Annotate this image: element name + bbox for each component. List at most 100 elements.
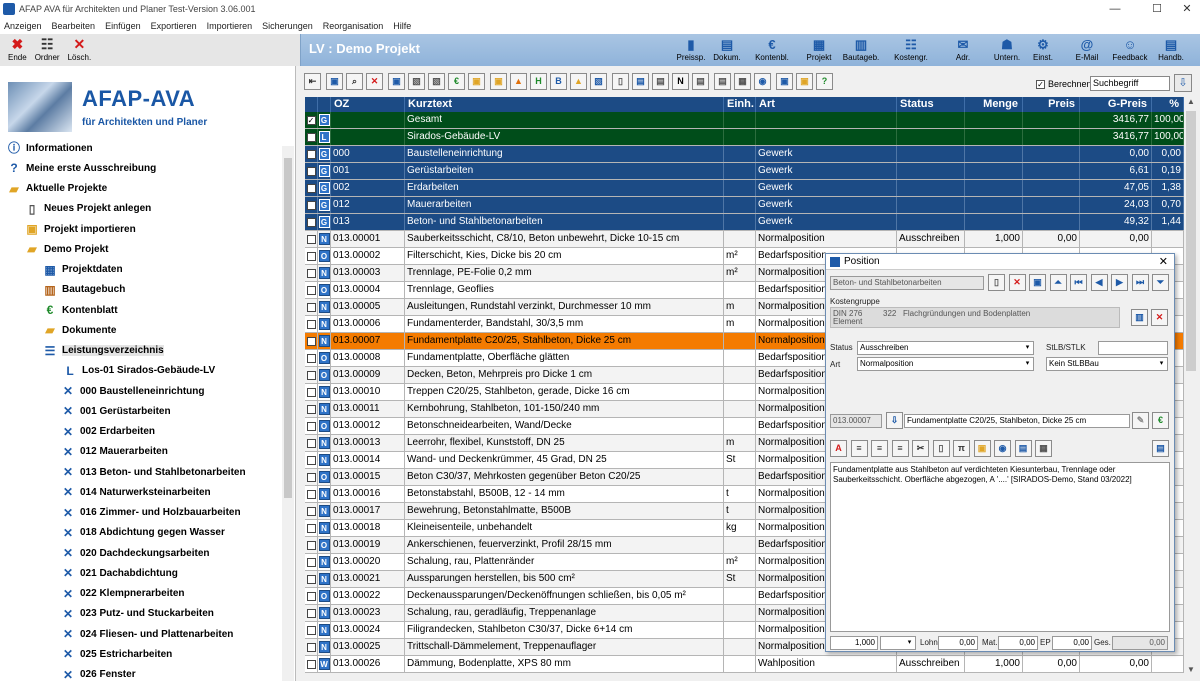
lv-tool-2-button[interactable]: ⌕ xyxy=(346,72,363,90)
toolbar-dokum-button[interactable]: ▤ Dokum. xyxy=(709,36,745,62)
format-8-button[interactable]: ◉ xyxy=(994,440,1011,457)
tree-item-projektdaten[interactable]: ▦ Projektdaten xyxy=(42,260,122,280)
search-go-button[interactable]: ⇩ xyxy=(1174,74,1192,92)
arrow-down-button[interactable]: ⇩ xyxy=(886,412,903,429)
row-checkbox[interactable] xyxy=(306,489,316,499)
lv-tool-1-button[interactable]: ▣ xyxy=(326,72,343,90)
tree-item-dokumente[interactable]: ▰ Dokumente xyxy=(42,320,116,340)
dialog-nav-4-button[interactable]: ⏮ xyxy=(1070,274,1087,291)
format-3-button[interactable]: ≡ xyxy=(891,440,909,457)
table-row[interactable]: N 013.00001 Sauberkeitsschicht, C8/10, Bet… xyxy=(305,231,1184,248)
format-4-button[interactable]: ✂ xyxy=(912,440,929,457)
group-row[interactable]: G 013 Beton- und Stahlbetonarbeiten Gewerk 4… xyxy=(305,214,1184,231)
tree-item-012-mauerarbeiten[interactable]: ✕ 012 Mauerarbeiten xyxy=(60,442,168,462)
lv-tool-25-button[interactable]: ? xyxy=(816,72,833,90)
tree-item-021-dachabdichtung[interactable]: ✕ 021 Dachabdichtung xyxy=(60,563,178,583)
tree-item-demo-projekt[interactable]: ▰ Demo Projekt xyxy=(24,239,108,259)
row-checkbox[interactable] xyxy=(306,574,316,584)
lv-tool-5-button[interactable]: ▧ xyxy=(408,72,425,90)
format-1-button[interactable]: ≡ xyxy=(850,440,868,457)
lv-tool-11-button[interactable]: H xyxy=(530,72,547,90)
row-checkbox[interactable]: ✓ xyxy=(306,115,316,125)
dialog-nav-7-button[interactable]: ⏭ xyxy=(1131,274,1149,291)
tree-item-022-klempnerarbeiten[interactable]: ✕ 022 Klempnerarbeiten xyxy=(60,584,185,604)
dialog-nav-2-button[interactable]: ▣ xyxy=(1029,274,1046,291)
lv-tool-3-button[interactable]: ✕ xyxy=(366,72,383,90)
toolbar-bautageb-button[interactable]: ▥ Bautageb. xyxy=(843,36,879,62)
tree-item-000-baustelleneinrichtung[interactable]: ✕ 000 Baustelleneinrichtung xyxy=(60,381,205,401)
menu-sicherungen[interactable]: Sicherungen xyxy=(262,21,313,31)
stlbbau-select[interactable]: Kein StLBBau ▾ xyxy=(1046,357,1168,371)
tree-item-leistungsverzeichnis[interactable]: ☰ Leistungsverzeichnis xyxy=(42,341,164,361)
lv-tool-18-button[interactable]: N xyxy=(672,72,689,90)
tree-item-kontenblatt[interactable]: € Kontenblatt xyxy=(42,300,118,320)
print-button[interactable]: ▤ xyxy=(1152,440,1169,457)
toolbar-handb-button[interactable]: ▤ Handb. xyxy=(1153,36,1189,62)
lv-tool-24-button[interactable]: ▣ xyxy=(796,72,813,90)
berechnen-checkbox[interactable]: ✓ xyxy=(1036,79,1045,89)
lv-tool-13-button[interactable]: ▲ xyxy=(570,72,587,90)
row-checkbox[interactable] xyxy=(306,659,316,669)
tree-item-projekt-importieren[interactable]: ▣ Projekt importieren xyxy=(24,219,135,239)
toolbar-untern-button[interactable]: ☗ Untern. xyxy=(989,36,1025,62)
menu-hilfe[interactable]: Hilfe xyxy=(393,21,411,31)
tree-item-001-ger-starbeiten[interactable]: ✕ 001 Gerüstarbeiten xyxy=(60,401,171,421)
lv-tool-22-button[interactable]: ◉ xyxy=(754,72,771,90)
ordner-button[interactable]: ☷ Ordner xyxy=(35,34,60,62)
row-checkbox[interactable] xyxy=(306,132,316,142)
tree-item-026-fenster[interactable]: ✕ 026 Fenster xyxy=(60,665,136,681)
row-checkbox[interactable] xyxy=(306,421,316,431)
row-checkbox[interactable] xyxy=(306,438,316,448)
nav-scrollbar-thumb[interactable] xyxy=(284,158,292,498)
lv-tool-12-button[interactable]: B xyxy=(550,72,567,90)
row-checkbox[interactable] xyxy=(306,183,316,193)
grid-scrollbar[interactable]: ▲ ▼ xyxy=(1184,97,1198,677)
ep-field[interactable]: 0,00 xyxy=(1052,636,1092,650)
header-einheit[interactable]: Einh. xyxy=(724,97,756,112)
total-row[interactable]: ✓ G Gesamt 3416,77 100,00 xyxy=(305,112,1184,129)
row-checkbox[interactable] xyxy=(306,540,316,550)
tree-item-bautagebuch[interactable]: ▥ Bautagebuch xyxy=(42,280,125,300)
scroll-down-arrow[interactable]: ▼ xyxy=(1184,665,1198,677)
ende-button[interactable]: ✖ Ende xyxy=(8,34,27,62)
tree-item-016-zimmer-und-holzbauarbeiten[interactable]: ✕ 016 Zimmer- und Holzbauarbeiten xyxy=(60,503,241,523)
format-10-button[interactable]: ▦ xyxy=(1035,440,1052,457)
header-menge[interactable]: Menge xyxy=(965,97,1023,112)
maximize-button[interactable]: ☐ xyxy=(1140,0,1174,18)
menge-field[interactable]: 1,000 xyxy=(830,636,878,650)
row-checkbox[interactable] xyxy=(306,472,316,482)
art-select[interactable]: Normalposition ▾ xyxy=(857,357,1034,371)
menu-bearbeiten[interactable]: Bearbeiten xyxy=(52,21,96,31)
format-0-button[interactable]: A xyxy=(830,440,847,457)
tree-item-aktuelle-projekte[interactable]: ▰ Aktuelle Projekte xyxy=(6,179,107,199)
status-select[interactable]: Ausschreiben ▾ xyxy=(857,341,1034,355)
total-row[interactable]: L Sirados-Gebäude-LV 3416,77 100,00 xyxy=(305,129,1184,146)
toolbar-einst-button[interactable]: ⚙ Einst. xyxy=(1025,36,1061,62)
dialog-nav-5-button[interactable]: ◀ xyxy=(1090,274,1108,291)
lv-tool-6-button[interactable]: ▧ xyxy=(428,72,445,90)
group-row[interactable]: G 012 Mauerarbeiten Gewerk 24,03 0,70 xyxy=(305,197,1184,214)
format-2-button[interactable]: ≡ xyxy=(871,440,888,457)
dialog-nav-3-button[interactable]: ⏶ xyxy=(1049,274,1067,291)
row-checkbox[interactable] xyxy=(306,336,316,346)
tree-item-023-putz-und-stuckarbeiten[interactable]: ✕ 023 Putz- und Stuckarbeiten xyxy=(60,604,214,624)
euro-button[interactable]: € xyxy=(1152,412,1169,429)
toolbar-adr-button[interactable]: ✉ Adr. xyxy=(945,36,981,62)
row-checkbox[interactable] xyxy=(306,387,316,397)
header-percent[interactable]: % xyxy=(1152,97,1184,112)
format-5-button[interactable]: ▯ xyxy=(932,440,950,457)
tree-item-013-beton-und-stahlbetonarbeiten[interactable]: ✕ 013 Beton- und Stahlbetonarbeiten xyxy=(60,462,246,482)
lohn-field[interactable]: 0,00 xyxy=(938,636,978,650)
nav-scrollbar[interactable] xyxy=(282,146,294,681)
tree-item-002-erdarbeiten[interactable]: ✕ 002 Erdarbeiten xyxy=(60,422,155,442)
kg-book-button[interactable]: ▥ xyxy=(1131,309,1148,326)
grid-scrollbar-thumb[interactable] xyxy=(1186,111,1196,371)
toolbar-feedback-button[interactable]: ☺ Feedback xyxy=(1112,36,1148,62)
tree-item-los-01-sirados-geb-ude-lv[interactable]: L Los-01 Sirados-Gebäude-LV xyxy=(62,361,215,381)
group-row[interactable]: G 001 Gerüstarbeiten Gewerk 6,61 0,19 xyxy=(305,163,1184,180)
tree-item-018-abdichtung-gegen-wasser[interactable]: ✕ 018 Abdichtung gegen Wasser xyxy=(60,523,225,543)
group-row[interactable]: G 002 Erdarbeiten Gewerk 47,05 1,38 xyxy=(305,180,1184,197)
kg-delete-button[interactable]: ✕ xyxy=(1151,309,1168,326)
lsch-button[interactable]: ✕ Lösch. xyxy=(68,34,92,62)
lv-tool-16-button[interactable]: ▤ xyxy=(632,72,649,90)
